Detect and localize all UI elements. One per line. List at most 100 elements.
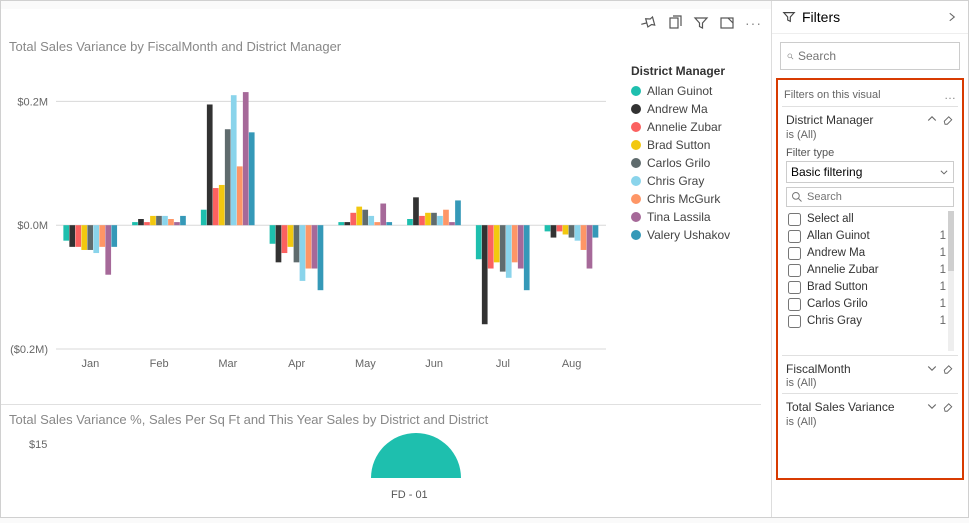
- bar[interactable]: [138, 219, 144, 225]
- bar[interactable]: [162, 216, 168, 225]
- bar[interactable]: [545, 225, 551, 231]
- section-more-icon[interactable]: …: [944, 88, 956, 102]
- filter-card-district-manager[interactable]: District Manager is (All) Filter type Ba…: [782, 106, 958, 355]
- legend-item[interactable]: Valery Ushakov: [631, 228, 761, 242]
- filter-values-search-input[interactable]: [807, 191, 949, 203]
- bar[interactable]: [288, 225, 294, 247]
- bar[interactable]: [524, 225, 530, 290]
- filter-card-total-sales-variance[interactable]: Total Sales Variance is (All): [782, 393, 958, 432]
- bar[interactable]: [449, 222, 455, 225]
- bar[interactable]: [356, 207, 362, 226]
- scrollbar-thumb[interactable]: [948, 211, 954, 271]
- focus-icon[interactable]: [719, 15, 735, 31]
- bar[interactable]: [425, 213, 431, 225]
- bar[interactable]: [294, 225, 300, 262]
- filters-search-input[interactable]: [798, 49, 953, 63]
- bar[interactable]: [374, 222, 380, 225]
- legend-item[interactable]: Brad Sutton: [631, 138, 761, 152]
- bar[interactable]: [557, 225, 563, 231]
- bar[interactable]: [350, 213, 356, 225]
- bar[interactable]: [551, 225, 557, 237]
- filter-value-item[interactable]: Andrew Ma1: [786, 245, 954, 262]
- filter-type-select[interactable]: Basic filtering: [786, 161, 954, 183]
- bar[interactable]: [93, 225, 99, 253]
- bar[interactable]: [132, 222, 138, 225]
- bar[interactable]: [168, 219, 174, 225]
- bar[interactable]: [494, 225, 500, 262]
- filter-value-item[interactable]: Chris Gray1: [786, 313, 954, 330]
- chart2-bubble[interactable]: [371, 433, 461, 523]
- bar[interactable]: [213, 188, 219, 225]
- pin-icon[interactable]: [641, 15, 657, 31]
- chevron-down-icon[interactable]: [926, 362, 938, 374]
- bar[interactable]: [87, 225, 93, 250]
- bar[interactable]: [306, 225, 312, 268]
- bar[interactable]: [413, 197, 419, 225]
- bar[interactable]: [362, 210, 368, 225]
- legend-item[interactable]: Chris McGurk: [631, 192, 761, 206]
- bar[interactable]: [455, 200, 461, 225]
- filter-value-select-all[interactable]: Select all: [786, 211, 954, 228]
- filter-value-item[interactable]: Allan Guinot1: [786, 228, 954, 245]
- filters-search[interactable]: [780, 42, 960, 70]
- filter-value-item[interactable]: Carlos Grilo1: [786, 296, 954, 313]
- bar[interactable]: [419, 216, 425, 225]
- bar[interactable]: [443, 210, 449, 225]
- bar[interactable]: [99, 225, 105, 247]
- bar[interactable]: [512, 225, 518, 262]
- bar[interactable]: [111, 225, 117, 247]
- bar[interactable]: [156, 216, 162, 225]
- checkbox[interactable]: [788, 230, 801, 243]
- bar[interactable]: [338, 222, 344, 225]
- bar[interactable]: [368, 216, 374, 225]
- bar[interactable]: [69, 225, 75, 247]
- bar[interactable]: [380, 204, 386, 226]
- bar[interactable]: [249, 132, 255, 225]
- bar[interactable]: [506, 225, 512, 278]
- bar[interactable]: [276, 225, 282, 262]
- legend-item[interactable]: Chris Gray: [631, 174, 761, 188]
- checkbox[interactable]: [788, 298, 801, 311]
- bar[interactable]: [219, 185, 225, 225]
- chevron-up-icon[interactable]: [926, 113, 938, 125]
- filter-value-item[interactable]: Brad Sutton1: [786, 279, 954, 296]
- bar[interactable]: [282, 225, 288, 253]
- checkbox[interactable]: [788, 247, 801, 260]
- filter-card-fiscalmonth[interactable]: FiscalMonth is (All): [782, 355, 958, 394]
- bar[interactable]: [500, 225, 506, 271]
- bar[interactable]: [144, 222, 150, 225]
- bar[interactable]: [581, 225, 587, 250]
- eraser-icon[interactable]: [942, 113, 954, 125]
- filter-values-search[interactable]: [786, 187, 954, 207]
- bar[interactable]: [488, 225, 494, 268]
- bar[interactable]: [207, 104, 213, 225]
- bar[interactable]: [243, 92, 249, 225]
- eraser-icon[interactable]: [942, 362, 954, 374]
- bar[interactable]: [386, 222, 392, 225]
- chart1-plot[interactable]: $0.2M$0.0M($0.2M)JanFebMarAprMayJunJulAu…: [1, 69, 621, 379]
- chevron-right-icon[interactable]: [946, 11, 958, 23]
- bar[interactable]: [270, 225, 276, 244]
- eraser-icon[interactable]: [942, 400, 954, 412]
- checkbox[interactable]: [788, 281, 801, 294]
- checkbox[interactable]: [788, 264, 801, 277]
- bar[interactable]: [563, 225, 569, 234]
- bar[interactable]: [63, 225, 69, 240]
- bar[interactable]: [312, 225, 318, 268]
- bar[interactable]: [518, 225, 524, 268]
- legend-item[interactable]: Annelie Zubar: [631, 120, 761, 134]
- bar[interactable]: [201, 210, 207, 225]
- copy-icon[interactable]: [667, 15, 683, 31]
- bar[interactable]: [75, 225, 81, 247]
- bar[interactable]: [300, 225, 306, 281]
- bar[interactable]: [569, 225, 575, 237]
- bar[interactable]: [344, 222, 350, 225]
- bar[interactable]: [437, 216, 443, 225]
- bar[interactable]: [318, 225, 324, 290]
- scrollbar-track[interactable]: [948, 211, 954, 351]
- chevron-down-icon[interactable]: [926, 400, 938, 412]
- legend-item[interactable]: Allan Guinot: [631, 84, 761, 98]
- bar[interactable]: [482, 225, 488, 324]
- bar[interactable]: [476, 225, 482, 259]
- bar[interactable]: [593, 225, 599, 237]
